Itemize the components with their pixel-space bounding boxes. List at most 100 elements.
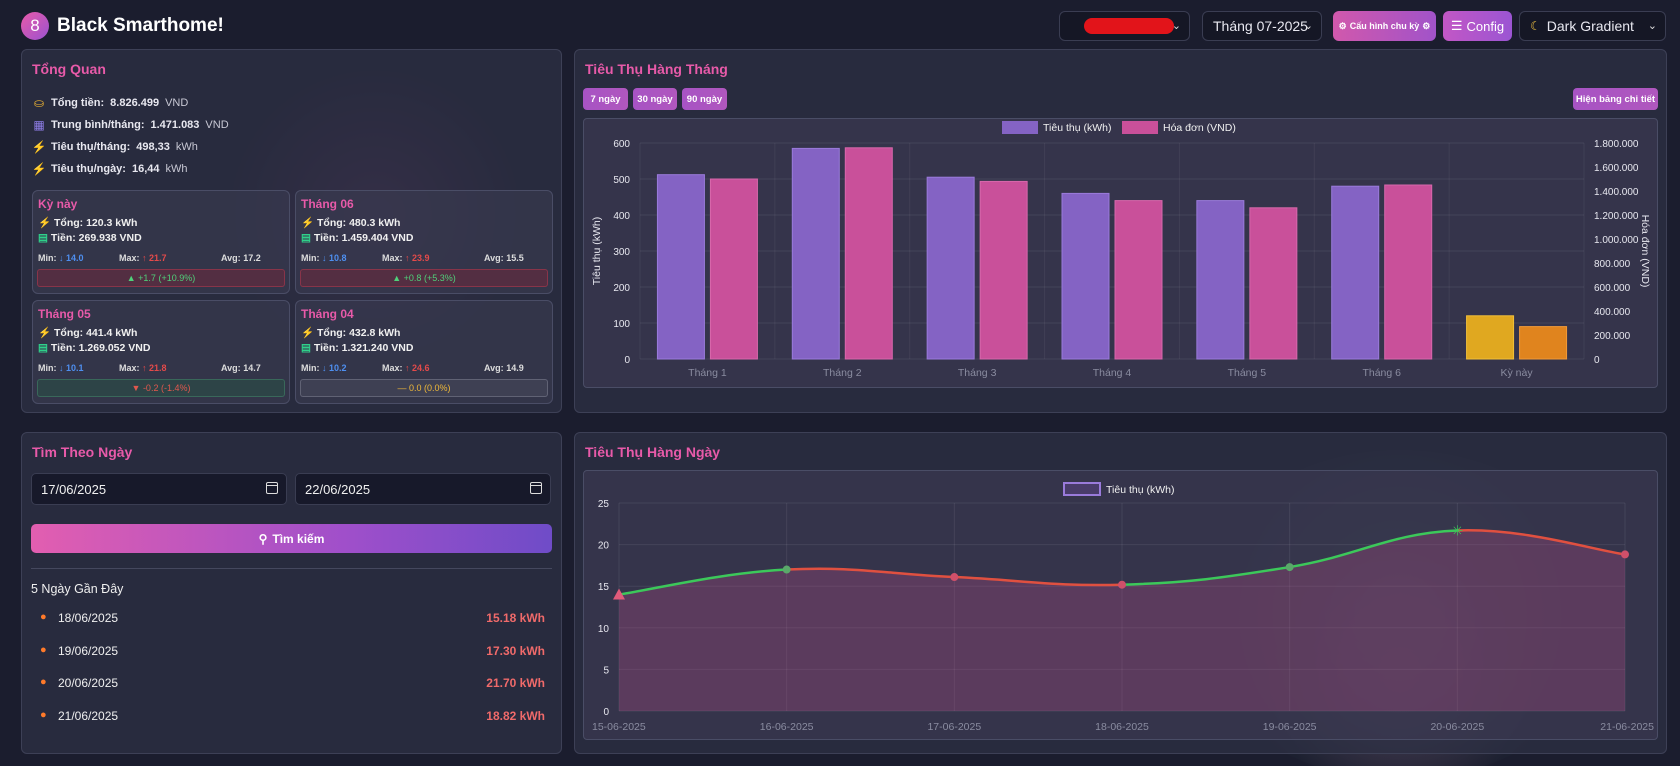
recent-day-value: 15.18 kWh bbox=[486, 611, 545, 625]
config-label: Config bbox=[1466, 18, 1505, 34]
y-tick-label: 600 bbox=[613, 139, 630, 150]
monthly-chart-area: 0 100 200 300 400 500 600 0 200.000 400.000 600.00… bbox=[583, 118, 1658, 388]
y2-tick-label: 600.000 bbox=[1594, 283, 1631, 294]
legend-swatch-bill bbox=[1122, 121, 1158, 134]
bar-kwh bbox=[926, 176, 975, 360]
card-min: Min: ↓ 10.2 bbox=[301, 363, 347, 373]
search-button[interactable]: ⚲ Tìm kiếm bbox=[31, 524, 552, 553]
bar-bill bbox=[1384, 184, 1433, 360]
month-select[interactable]: Tháng 07-2025 ⌄ bbox=[1202, 11, 1322, 41]
x-tick-label: Tháng 6 bbox=[1362, 367, 1401, 379]
y-tick-label: 200 bbox=[613, 283, 630, 294]
y2-axis-title: Hóa đơn (VND) bbox=[1639, 215, 1651, 288]
x-tick-label: 16-06-2025 bbox=[760, 721, 814, 733]
fire-icon: ● bbox=[40, 709, 47, 721]
x-tick-label: 15-06-2025 bbox=[592, 721, 646, 733]
device-select[interactable]: ⌄ bbox=[1059, 11, 1190, 41]
monthly-average-row: ▦ Trung bình/tháng: 1.471.083 VND bbox=[31, 118, 229, 132]
card-money: ▤ Tiền: 1.459.404 VND bbox=[301, 232, 414, 244]
arrow-down-icon: ↓ bbox=[322, 253, 327, 263]
y-tick-label: 100 bbox=[613, 319, 630, 330]
legend-swatch-kwh bbox=[1002, 121, 1038, 134]
data-point bbox=[1621, 550, 1629, 559]
from-date-input[interactable]: 17/06/2025 bbox=[31, 473, 287, 505]
money-icon: ▤ bbox=[38, 232, 48, 244]
redacted-device-name bbox=[1084, 18, 1174, 34]
y2-tick-label: 400.000 bbox=[1594, 307, 1631, 318]
arrow-up-icon: ↑ bbox=[405, 253, 410, 263]
card-avg: Avg: 15.5 bbox=[484, 253, 524, 263]
fire-icon: ● bbox=[40, 676, 47, 688]
recent-day-value: 17.30 kWh bbox=[486, 644, 545, 658]
overview-title: Tổng Quan bbox=[32, 61, 106, 77]
calendar-icon[interactable] bbox=[266, 482, 278, 494]
bar-bill bbox=[979, 180, 1028, 360]
calendar-icon[interactable] bbox=[530, 482, 542, 494]
gear-icon: ⚙ bbox=[1422, 20, 1431, 31]
coins-icon: ⛀ bbox=[33, 96, 45, 110]
divider bbox=[31, 568, 552, 569]
money-icon: ▤ bbox=[301, 342, 311, 354]
card-total: ⚡ Tổng: 480.3 kWh bbox=[301, 217, 401, 229]
card-money: ▤ Tiền: 1.269.052 VND bbox=[38, 342, 151, 354]
show-detail-table-button[interactable]: Hiện bảng chi tiết bbox=[1573, 88, 1658, 110]
bar-kwh bbox=[1196, 200, 1245, 360]
recent-day-value: 18.82 kWh bbox=[486, 709, 545, 723]
x-tick-label: Tháng 1 bbox=[688, 367, 727, 379]
arrow-down-icon: ↓ bbox=[322, 363, 327, 373]
month-04-card-title: Tháng 04 bbox=[301, 307, 354, 321]
y2-tick-label: 1.800.000 bbox=[1594, 139, 1639, 150]
recent-day-item: ● 21/06/2025 18.82 kWh bbox=[40, 706, 545, 726]
config-button[interactable]: ☰ Config bbox=[1443, 11, 1512, 41]
overview-panel: Tổng Quan ⛀ Tổng tiền: 8.826.499 VND ▦ T… bbox=[21, 49, 562, 413]
total-money-unit: VND bbox=[165, 97, 189, 109]
monthly-average-label: Trung bình/tháng: bbox=[51, 119, 145, 131]
app-title: Black Smarthome! bbox=[57, 15, 224, 36]
total-money-row: ⛀ Tổng tiền: 8.826.499 VND bbox=[31, 96, 188, 110]
card-max: Max: ↑ 24.6 bbox=[382, 363, 430, 373]
bolt-icon: ⚡ bbox=[38, 217, 52, 229]
bar-kwh bbox=[1061, 192, 1110, 360]
card-min: Min: ↓ 10.8 bbox=[301, 253, 347, 263]
x-tick-label: 18-06-2025 bbox=[1095, 721, 1149, 733]
consumption-day-value: 16,44 bbox=[131, 163, 160, 175]
bolt-icon: ⚡ bbox=[31, 162, 47, 176]
daily-title: Tiêu Thụ Hàng Ngày bbox=[585, 444, 721, 460]
bar-bill bbox=[709, 178, 758, 360]
data-point bbox=[782, 565, 791, 574]
x-tick-label: Tháng 2 bbox=[823, 367, 862, 379]
consumption-month-label: Tiêu thụ/tháng: bbox=[51, 141, 131, 153]
y-tick-label: 0 bbox=[603, 707, 609, 718]
recent-day-date: 21/06/2025 bbox=[58, 709, 119, 723]
money-icon: ▤ bbox=[38, 342, 48, 354]
total-money-value: 8.826.499 bbox=[110, 97, 160, 109]
theme-select[interactable]: ☾ Dark Gradient ⌄ bbox=[1519, 11, 1666, 41]
monthly-title: Tiêu Thụ Hàng Tháng bbox=[585, 61, 728, 77]
range-90-days-button[interactable]: 90 ngày bbox=[682, 88, 727, 110]
period-card: Kỳ này ⚡ Tổng: 120.3 kWh ▤ Tiền: 269.938… bbox=[32, 190, 290, 294]
theme-select-value: Dark Gradient bbox=[1546, 18, 1634, 34]
y-tick-label: 10 bbox=[598, 624, 610, 635]
card-total: ⚡ Tổng: 120.3 kWh bbox=[38, 217, 138, 229]
moon-icon: ☾ bbox=[1530, 19, 1541, 33]
card-total: ⚡ Tổng: 432.8 kWh bbox=[301, 327, 401, 339]
x-tick-label: Tháng 4 bbox=[1093, 367, 1132, 379]
y2-tick-label: 1.400.000 bbox=[1594, 187, 1639, 198]
range-30-days-button[interactable]: 30 ngày bbox=[633, 88, 677, 110]
search-icon: ⚲ bbox=[258, 531, 268, 546]
y-tick-label: 25 bbox=[598, 499, 610, 510]
to-date-input[interactable]: 22/06/2025 bbox=[295, 473, 551, 505]
data-point bbox=[1118, 580, 1126, 589]
month-05-card: Tháng 05 ⚡ Tổng: 441.4 kWh ▤ Tiền: 1.269… bbox=[32, 300, 290, 404]
monthly-average-unit: VND bbox=[205, 119, 229, 131]
app-logo: 8 bbox=[21, 12, 49, 40]
y2-tick-label: 1.200.000 bbox=[1594, 211, 1639, 222]
x-tick-label: 19-06-2025 bbox=[1263, 721, 1317, 733]
cycle-config-button[interactable]: ⚙ Cấu hình chu kỳ ⚙ bbox=[1333, 11, 1436, 41]
card-money: ▤ Tiền: 269.938 VND bbox=[38, 232, 142, 244]
x-tick-label: 21-06-2025 bbox=[1600, 721, 1654, 733]
range-7-days-button[interactable]: 7 ngày bbox=[583, 88, 628, 110]
card-max: Max: ↑ 23.9 bbox=[382, 253, 430, 263]
chevron-down-icon: ⌄ bbox=[1171, 20, 1181, 32]
card-max: Max: ↑ 21.8 bbox=[119, 363, 167, 373]
